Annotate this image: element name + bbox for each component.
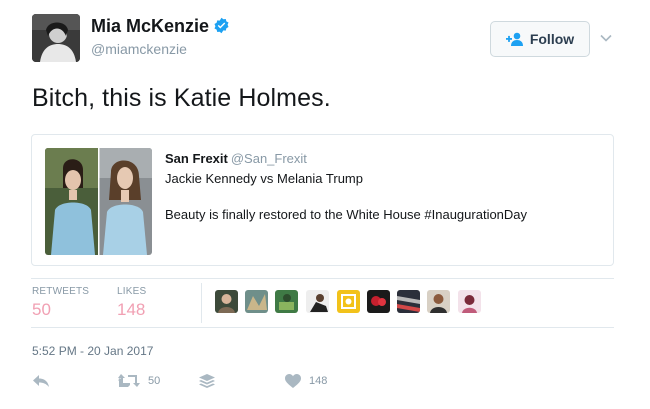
tweet-text: Bitch, this is Katie Holmes. — [32, 84, 331, 112]
author-name-text[interactable]: Mia McKenzie — [91, 16, 209, 36]
liker-avatar[interactable] — [275, 290, 298, 313]
buffer-button[interactable] — [199, 374, 215, 388]
heart-icon — [285, 374, 301, 388]
retweet-count: 50 — [148, 375, 161, 387]
like-count: 148 — [309, 375, 328, 387]
liker-avatar[interactable] — [427, 290, 450, 313]
liker-avatar[interactable] — [306, 290, 329, 313]
author-name[interactable]: Mia McKenzie — [91, 16, 230, 37]
retweet-button[interactable]: 50 — [118, 374, 160, 388]
liker-avatar[interactable] — [245, 290, 268, 313]
author-avatar[interactable] — [32, 14, 80, 62]
reply-icon — [33, 375, 49, 387]
stats-vertical-divider — [201, 283, 202, 323]
quoted-tweet-image[interactable] — [45, 148, 152, 255]
buffer-icon — [199, 374, 215, 388]
stats-top-divider — [31, 278, 614, 279]
likes-label: LIKES — [117, 286, 147, 297]
follow-person-icon — [505, 32, 523, 46]
reply-button[interactable] — [32, 374, 50, 388]
chevron-down-icon[interactable] — [599, 31, 613, 45]
author-handle[interactable]: @miamckenzie — [91, 41, 187, 57]
verified-icon — [214, 17, 229, 34]
liker-avatar[interactable] — [458, 290, 481, 313]
quoted-author-handle[interactable]: @San_Frexit — [231, 151, 307, 166]
liker-avatar[interactable] — [337, 290, 360, 313]
stats-bottom-divider — [31, 327, 614, 328]
like-button[interactable]: 148 — [285, 374, 327, 388]
retweets-count[interactable]: 50 — [32, 300, 51, 320]
quoted-tweet-card[interactable]: San Frexit @San_Frexit Jackie Kennedy vs … — [31, 134, 614, 266]
quoted-text-line-1: Jackie Kennedy vs Melania Trump — [165, 171, 363, 186]
tweet-timestamp[interactable]: 5:52 PM - 20 Jan 2017 — [32, 344, 153, 358]
retweet-icon — [118, 374, 140, 387]
follow-label: Follow — [529, 31, 575, 47]
liker-avatar[interactable] — [367, 290, 390, 313]
liker-avatar[interactable] — [215, 290, 238, 313]
follow-button[interactable]: Follow — [490, 21, 590, 57]
retweets-label: RETWEETS — [32, 286, 90, 297]
quoted-author-name[interactable]: San Frexit — [165, 151, 228, 166]
quoted-author[interactable]: San Frexit @San_Frexit — [165, 151, 307, 166]
liker-avatar[interactable] — [397, 290, 420, 313]
quoted-text-line-2: Beauty is finally restored to the White … — [165, 207, 528, 222]
likes-count[interactable]: 148 — [117, 300, 145, 320]
